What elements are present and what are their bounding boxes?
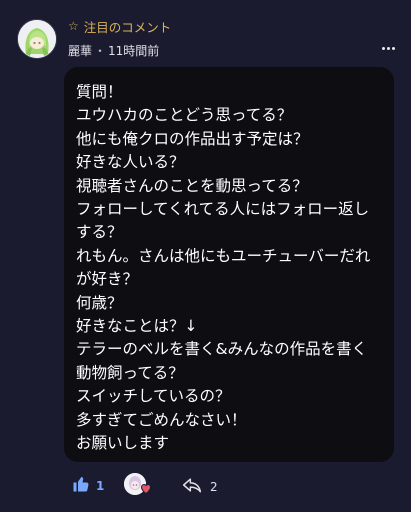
comment-line: 動物飼ってる？ [76, 363, 184, 382]
comment-line: フォローしてくれてる人にはフォロー返し [76, 200, 370, 219]
comment-line: お願いします [76, 434, 170, 453]
comment-meta: 麗華 ・ 11時間前 [68, 42, 159, 59]
comment-line: スイッチしているの？ [76, 387, 231, 406]
author-avatar[interactable] [17, 19, 57, 59]
comment-actions: 1 2 [64, 471, 394, 501]
like-button[interactable]: 1 [72, 475, 104, 497]
comment-line: が好き？ [76, 270, 139, 289]
comment-time: 11時間前 [108, 44, 160, 58]
comment-bubble: 質問！ ユウハカのことどう思ってる？ 他にも俺クロの作品出す予定は？ 好きな人い… [64, 67, 394, 462]
comment-line: 何歳？ [76, 293, 123, 312]
like-count: 1 [96, 479, 105, 493]
reply-button[interactable]: 2 [182, 477, 218, 497]
comment-line: 質問！ [76, 83, 123, 101]
more-options-icon[interactable] [379, 41, 397, 55]
creator-heart-avatar [124, 473, 152, 495]
thumbs-up-icon [72, 475, 90, 497]
comment-line: する？ [76, 223, 123, 242]
reply-count: 2 [210, 480, 218, 494]
comment-line: 他にも俺クロの作品出す予定は？ [76, 129, 309, 148]
pinned-comment-header: ☆ 注目のコメント [68, 17, 171, 35]
comment-line: 好きな人いる？ [76, 153, 185, 172]
comment-line: 多すぎてごめんなさい！ [76, 410, 247, 429]
comment-line: れもん。さんは他にもユーチューバーだれ [76, 246, 371, 265]
pinned-label: 注目のコメント [83, 19, 172, 35]
meta-separator: ・ [94, 44, 107, 58]
comment-line: 好きなことは？↓ [76, 317, 198, 336]
comment-line: ユウハカのことどう思ってる？ [76, 106, 293, 125]
star-icon: ☆ [68, 19, 79, 33]
author-name[interactable]: 麗華 [68, 42, 92, 59]
heart-icon [140, 479, 152, 498]
comment-line: 視聴者さんのことを動思ってる？ [76, 176, 308, 195]
reply-arrow-icon [182, 477, 202, 497]
comment-line: テラーのベルを書く&みんなの作品を書く [76, 340, 368, 359]
